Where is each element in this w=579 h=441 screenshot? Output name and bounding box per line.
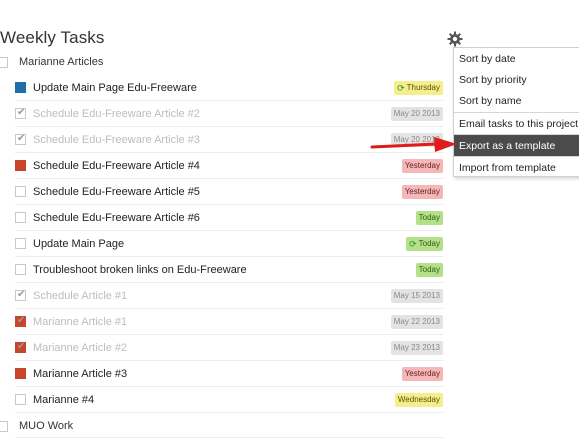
menu-item-sort-by-name[interactable]: Sort by name <box>454 90 579 111</box>
task-checkbox[interactable] <box>15 341 26 353</box>
task-checkbox[interactable] <box>15 315 26 327</box>
task-row[interactable]: Schedule Edu-Freeware Article #5 Yesterda… <box>15 179 443 205</box>
task-checkbox[interactable] <box>15 289 26 301</box>
due-date-text: May 22 2013 <box>393 316 440 326</box>
menu-item-label: Email tasks to this project <box>459 117 579 130</box>
task-row[interactable]: Marianne Article #2 May 23 2013 <box>15 335 443 361</box>
project-label: MUO Work <box>19 420 74 432</box>
task-label: Marianne Article #3 <box>33 367 128 380</box>
project-item[interactable]: Marianne Articles <box>0 52 103 72</box>
red-arrow-icon <box>370 137 457 152</box>
task-row[interactable]: Marianne Article #3 Yesterday <box>15 361 443 387</box>
due-date-text: May 23 2013 <box>393 342 440 352</box>
task-checkbox[interactable] <box>15 238 26 249</box>
due-date-text: Wednesday <box>397 394 440 404</box>
task-label: Schedule Edu-Freeware Article #6 <box>33 211 200 224</box>
due-date-text: Yesterday <box>404 368 440 378</box>
task-row[interactable]: Update Main Page Edu-Freeware ⟳ Thursday <box>15 75 443 101</box>
menu-item-label: Import from template <box>459 161 556 174</box>
task-row[interactable]: Troubleshoot broken links on Edu-Freewar… <box>15 257 443 283</box>
task-row[interactable]: Marianne #4 Wednesday <box>15 387 443 413</box>
due-date-badge: Yesterday <box>401 158 443 173</box>
repeat-icon: ⟳ <box>409 238 417 249</box>
due-date-text: Yesterday <box>404 186 440 196</box>
task-label: Update Main Page Edu-Freeware <box>33 81 197 94</box>
due-date-text: Yesterday <box>404 160 440 170</box>
due-date-text: Today <box>418 264 440 274</box>
divider <box>15 437 443 438</box>
menu-item-sort-by-date[interactable]: Sort by date <box>454 48 579 69</box>
project-checkbox[interactable] <box>0 56 8 68</box>
due-date-text: Today <box>418 212 440 222</box>
task-checkbox[interactable] <box>15 212 26 223</box>
task-checkbox[interactable] <box>15 133 26 145</box>
task-label: Schedule Edu-Freeware Article #4 <box>33 159 200 172</box>
task-label: Troubleshoot broken links on Edu-Freewar… <box>33 263 247 276</box>
due-date-badge: Wednesday <box>394 392 443 407</box>
project-checkbox[interactable] <box>0 420 8 432</box>
due-date-text: Thursday <box>406 82 440 92</box>
menu-item-label: Sort by name <box>459 94 522 107</box>
due-date-badge: May 15 2013 <box>390 288 443 303</box>
due-date-badge: Yesterday <box>401 366 443 381</box>
task-label: Marianne Article #1 <box>33 315 128 328</box>
task-checkbox[interactable] <box>15 107 26 119</box>
due-date-badge: ⟳ Today <box>406 236 443 251</box>
task-row[interactable]: Schedule Article #1 May 15 2013 <box>15 283 443 309</box>
page-title: Weekly Tasks <box>0 28 105 47</box>
task-checkbox[interactable] <box>15 160 26 171</box>
task-checkbox[interactable] <box>15 264 26 275</box>
menu-item-label: Sort by date <box>459 52 516 65</box>
task-label: Schedule Edu-Freeware Article #5 <box>33 185 200 198</box>
due-date-text: May 15 2013 <box>393 290 440 300</box>
due-date-text: May 20 2013 <box>393 108 440 118</box>
menu-item-import-from-template[interactable]: Import from template <box>454 157 579 178</box>
due-date-badge: May 20 2013 <box>390 106 443 121</box>
repeat-icon: ⟳ <box>397 82 405 93</box>
task-label: Schedule Article #1 <box>33 289 128 302</box>
menu-item-export-as-template[interactable]: Export as a template <box>454 135 579 156</box>
task-label: Update Main Page <box>33 237 125 250</box>
due-date-badge: May 23 2013 <box>390 340 443 355</box>
task-label: Schedule Edu-Freeware Article #3 <box>33 133 200 146</box>
menu-item-email-tasks[interactable]: Email tasks to this project <box>454 113 579 134</box>
due-date-badge: May 22 2013 <box>390 314 443 329</box>
project-item[interactable]: MUO Work <box>0 416 73 436</box>
menu-item-label: Sort by priority <box>459 73 527 86</box>
due-date-badge: Today <box>415 262 443 277</box>
due-date-badge: Today <box>415 210 443 225</box>
task-label: Schedule Edu-Freeware Article #2 <box>33 107 200 120</box>
task-row[interactable]: Schedule Edu-Freeware Article #4 Yesterda… <box>15 153 443 179</box>
task-row[interactable]: Schedule Edu-Freeware Article #6 Today <box>15 205 443 231</box>
task-row[interactable]: Update Main Page ⟳ Today <box>15 231 443 257</box>
task-checkbox[interactable] <box>15 368 26 379</box>
gear-icon[interactable] <box>447 31 463 47</box>
task-label: Marianne #4 <box>33 393 95 406</box>
task-checkbox[interactable] <box>15 394 26 405</box>
task-checkbox[interactable] <box>15 82 26 93</box>
due-date-badge: ⟳ Thursday <box>394 80 443 95</box>
project-label: Marianne Articles <box>19 56 104 68</box>
settings-dropdown-menu: Sort by date Sort by priority Sort by na… <box>453 47 579 177</box>
task-row[interactable]: Marianne Article #1 May 22 2013 <box>15 309 443 335</box>
menu-item-sort-by-priority[interactable]: Sort by priority <box>454 69 579 90</box>
due-date-text: Today <box>418 238 440 248</box>
menu-item-label: Export as a template <box>459 139 556 152</box>
due-date-badge: Yesterday <box>401 184 443 199</box>
task-row[interactable]: Schedule Edu-Freeware Article #2 May 20 2… <box>15 101 443 127</box>
task-checkbox[interactable] <box>15 186 26 197</box>
task-label: Marianne Article #2 <box>33 341 128 354</box>
